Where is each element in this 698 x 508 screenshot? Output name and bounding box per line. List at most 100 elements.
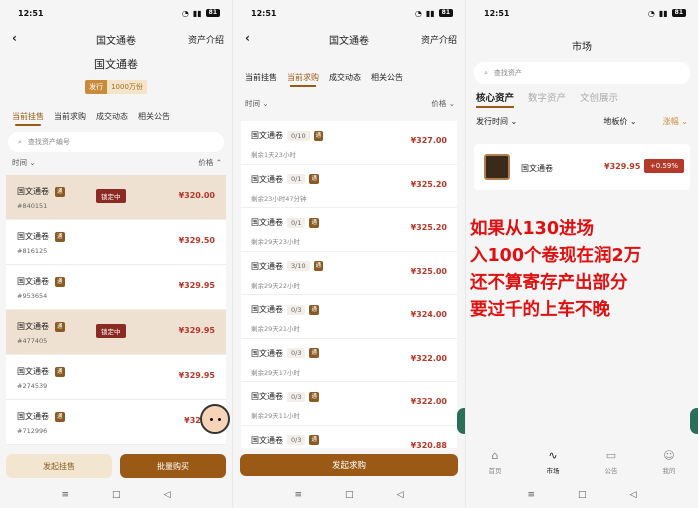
list-item[interactable]: 国文通卷通 #274539 ¥329.95 xyxy=(6,355,226,400)
list-item[interactable]: 国文通卷通 #816125 ¥329.50 xyxy=(6,220,226,265)
signal-icon: ▮▮ xyxy=(658,8,668,18)
start-buy-button[interactable]: 发起求购 xyxy=(240,454,458,476)
status-bar: 12:51 ◔ ▮▮ 81 xyxy=(233,0,465,26)
signal-icon: ▮▮ xyxy=(192,8,202,18)
back-icon[interactable]: ‹ xyxy=(245,31,250,45)
start-sell-button[interactable]: 发起挂售 xyxy=(6,454,112,478)
menu-icon[interactable]: ≡ xyxy=(62,490,70,500)
tab-cultural[interactable]: 文创展示 xyxy=(580,90,618,104)
home-icon[interactable]: □ xyxy=(112,490,121,500)
tab-mine[interactable]: ☺ 我的 xyxy=(663,446,676,482)
tag-badge: 通 xyxy=(55,186,65,197)
tab-home[interactable]: ⌂ 首页 xyxy=(489,446,502,482)
system-nav: ≡ □ ◁ xyxy=(466,484,698,506)
tab-current-sell[interactable]: 当前挂售 xyxy=(245,72,277,83)
signal-icon: ▮▮ xyxy=(425,8,435,18)
tag-badge: 通 xyxy=(309,174,319,184)
asset-thumbnail xyxy=(484,154,510,180)
back-nav-icon[interactable]: ◁ xyxy=(630,490,637,500)
tag-badge: 通 xyxy=(309,217,319,228)
home-icon[interactable]: □ xyxy=(345,490,354,500)
tag-badge: 通 xyxy=(55,366,65,377)
wifi-icon: ◔ xyxy=(414,8,422,18)
battery-icon: 81 xyxy=(438,9,453,17)
message-icon: ▭ xyxy=(605,449,617,462)
back-nav-icon[interactable]: ◁ xyxy=(397,490,404,500)
status-time: 12:51 xyxy=(484,8,510,18)
tag-badge: 通 xyxy=(55,321,65,332)
tag-badge: 通 xyxy=(309,348,319,358)
tag-badge: 通 xyxy=(55,411,65,422)
list-item[interactable]: 国文通卷通 #712996 ¥329.9 xyxy=(6,400,226,445)
back-icon[interactable]: ‹ xyxy=(12,31,17,45)
issue-badge-value: 1000万份 xyxy=(107,80,147,94)
wifi-icon: ◔ xyxy=(647,8,655,18)
list-item[interactable]: 国文通卷 0/1 通剩余23小时47分钟 ¥325.20 xyxy=(241,164,457,208)
list-item[interactable]: 国文通卷 0/3 通剩余29天11小时 ¥322.00 xyxy=(241,382,457,426)
status-time: 12:51 xyxy=(18,8,44,18)
market-card[interactable]: 国文通卷 ¥329.95 +0.59% xyxy=(474,144,690,190)
sort-price[interactable]: 价格 ⌃ xyxy=(198,157,222,168)
tab-current-buy[interactable]: 当前求购 xyxy=(54,111,86,122)
locked-badge: 锁定中 xyxy=(96,324,126,338)
status-bar: 12:51 ◔ ▮▮ 81 xyxy=(466,0,698,26)
panel-sell-list: 12:51 ◔ ▮▮ 81 ‹ 国文通卷 资产介绍 国文通卷 发行 1000万份 当… xyxy=(0,0,232,508)
page-title: 市场 xyxy=(572,41,592,53)
home-icon: ⌂ xyxy=(491,449,499,462)
list-item[interactable]: 国文通卷通 #840151 锁定中 ¥320.00 xyxy=(6,175,226,220)
filter-change[interactable]: 涨幅 ⌄ xyxy=(663,116,688,127)
list-item[interactable]: 国文通卷 0/3 通剩余29天21小时 ¥324.00 xyxy=(241,295,457,339)
tab-market[interactable]: ∿ 市场 xyxy=(547,446,560,482)
search-input[interactable]: ⌕ 查找资产 xyxy=(474,62,690,84)
list-item[interactable]: 国文通卷通 #953654 ¥329.95 xyxy=(6,265,226,310)
back-nav-icon[interactable]: ◁ xyxy=(164,490,171,500)
sort-time[interactable]: 时间 ⌄ xyxy=(245,98,269,109)
support-avatar-icon[interactable] xyxy=(200,404,230,434)
tab-digital-assets[interactable]: 数字资产 xyxy=(528,90,566,104)
nav-title: 国文通卷 xyxy=(329,35,369,47)
action-bar: 发起挂售 批量购买 xyxy=(0,450,232,482)
system-nav: ≡ □ ◁ xyxy=(233,484,465,506)
list-item[interactable]: 国文通卷通 #477405 锁定中 ¥329.95 xyxy=(6,310,226,355)
sort-bar: 时间 ⌄ 价格 ⌄ xyxy=(233,95,465,111)
tab-notices[interactable]: 相关公告 xyxy=(138,111,170,122)
list-item[interactable]: 国文通卷 0/1 通剩余29天23小时 ¥325.20 xyxy=(241,208,457,252)
list-item[interactable]: 国文通卷 0/3 通剩余29天17小时 ¥322.00 xyxy=(241,338,457,382)
tag-badge: 通 xyxy=(55,231,65,242)
overlay-caption: 如果从130进场 入100个卷现在润2万 还不算寄存产出部分 要过千的上车不晚 xyxy=(470,219,642,320)
wifi-icon: ◔ xyxy=(181,8,189,18)
tab-current-buy[interactable]: 当前求购 xyxy=(287,72,319,87)
floating-widget-icon[interactable] xyxy=(690,408,698,434)
tab-bar: 当前挂售 当前求购 成交动态 相关公告 xyxy=(0,108,232,126)
panel-buy-list: 12:51 ◔ ▮▮ 81 ‹ 国文通卷 资产介绍 当前挂售 当前求购 成交动态 相… xyxy=(233,0,465,508)
change-badge: +0.59% xyxy=(643,159,684,173)
user-icon: ☺ xyxy=(663,449,675,462)
menu-icon[interactable]: ≡ xyxy=(295,490,303,500)
battery-icon: 81 xyxy=(671,9,686,17)
list-item[interactable]: 国文通卷 3/10 通剩余29天22小时 ¥325.00 xyxy=(241,251,457,295)
tab-notice[interactable]: ▭ 公告 xyxy=(605,446,618,482)
tab-current-sell[interactable]: 当前挂售 xyxy=(12,111,44,126)
home-icon[interactable]: □ xyxy=(578,490,587,500)
sort-price[interactable]: 价格 ⌄ xyxy=(431,98,455,109)
search-placeholder: 查找资产 xyxy=(493,69,522,77)
filter-floor-price[interactable]: 地板价 ⌄ xyxy=(603,116,636,127)
asset-intro-link[interactable]: 资产介绍 xyxy=(188,33,224,46)
system-nav: ≡ □ ◁ xyxy=(0,484,232,506)
asset-intro-link[interactable]: 资产介绍 xyxy=(421,33,457,46)
list-item[interactable]: 国文通卷 0/10 通剩余1天23小时 ¥327.00 xyxy=(241,121,457,165)
search-input[interactable]: ⌕ 查找资产编号 xyxy=(8,132,224,152)
tab-core-assets[interactable]: 核心资产 xyxy=(476,90,515,108)
chart-icon: ∿ xyxy=(548,449,558,462)
floating-widget-icon[interactable] xyxy=(457,408,465,434)
tab-deals[interactable]: 成交动态 xyxy=(329,72,361,83)
hero-title: 国文通卷 xyxy=(94,58,138,71)
bulk-buy-button[interactable]: 批量购买 xyxy=(120,454,226,478)
search-placeholder: 查找资产编号 xyxy=(27,138,70,146)
menu-icon[interactable]: ≡ xyxy=(528,490,536,500)
tab-bar: 当前挂售 当前求购 成交动态 相关公告 xyxy=(233,67,465,87)
sort-time[interactable]: 时间 ⌄ xyxy=(12,157,36,168)
tab-deals[interactable]: 成交动态 xyxy=(96,111,128,122)
filter-issue-time[interactable]: 发行时间 ⌄ xyxy=(476,116,517,127)
tab-notices[interactable]: 相关公告 xyxy=(371,72,403,83)
